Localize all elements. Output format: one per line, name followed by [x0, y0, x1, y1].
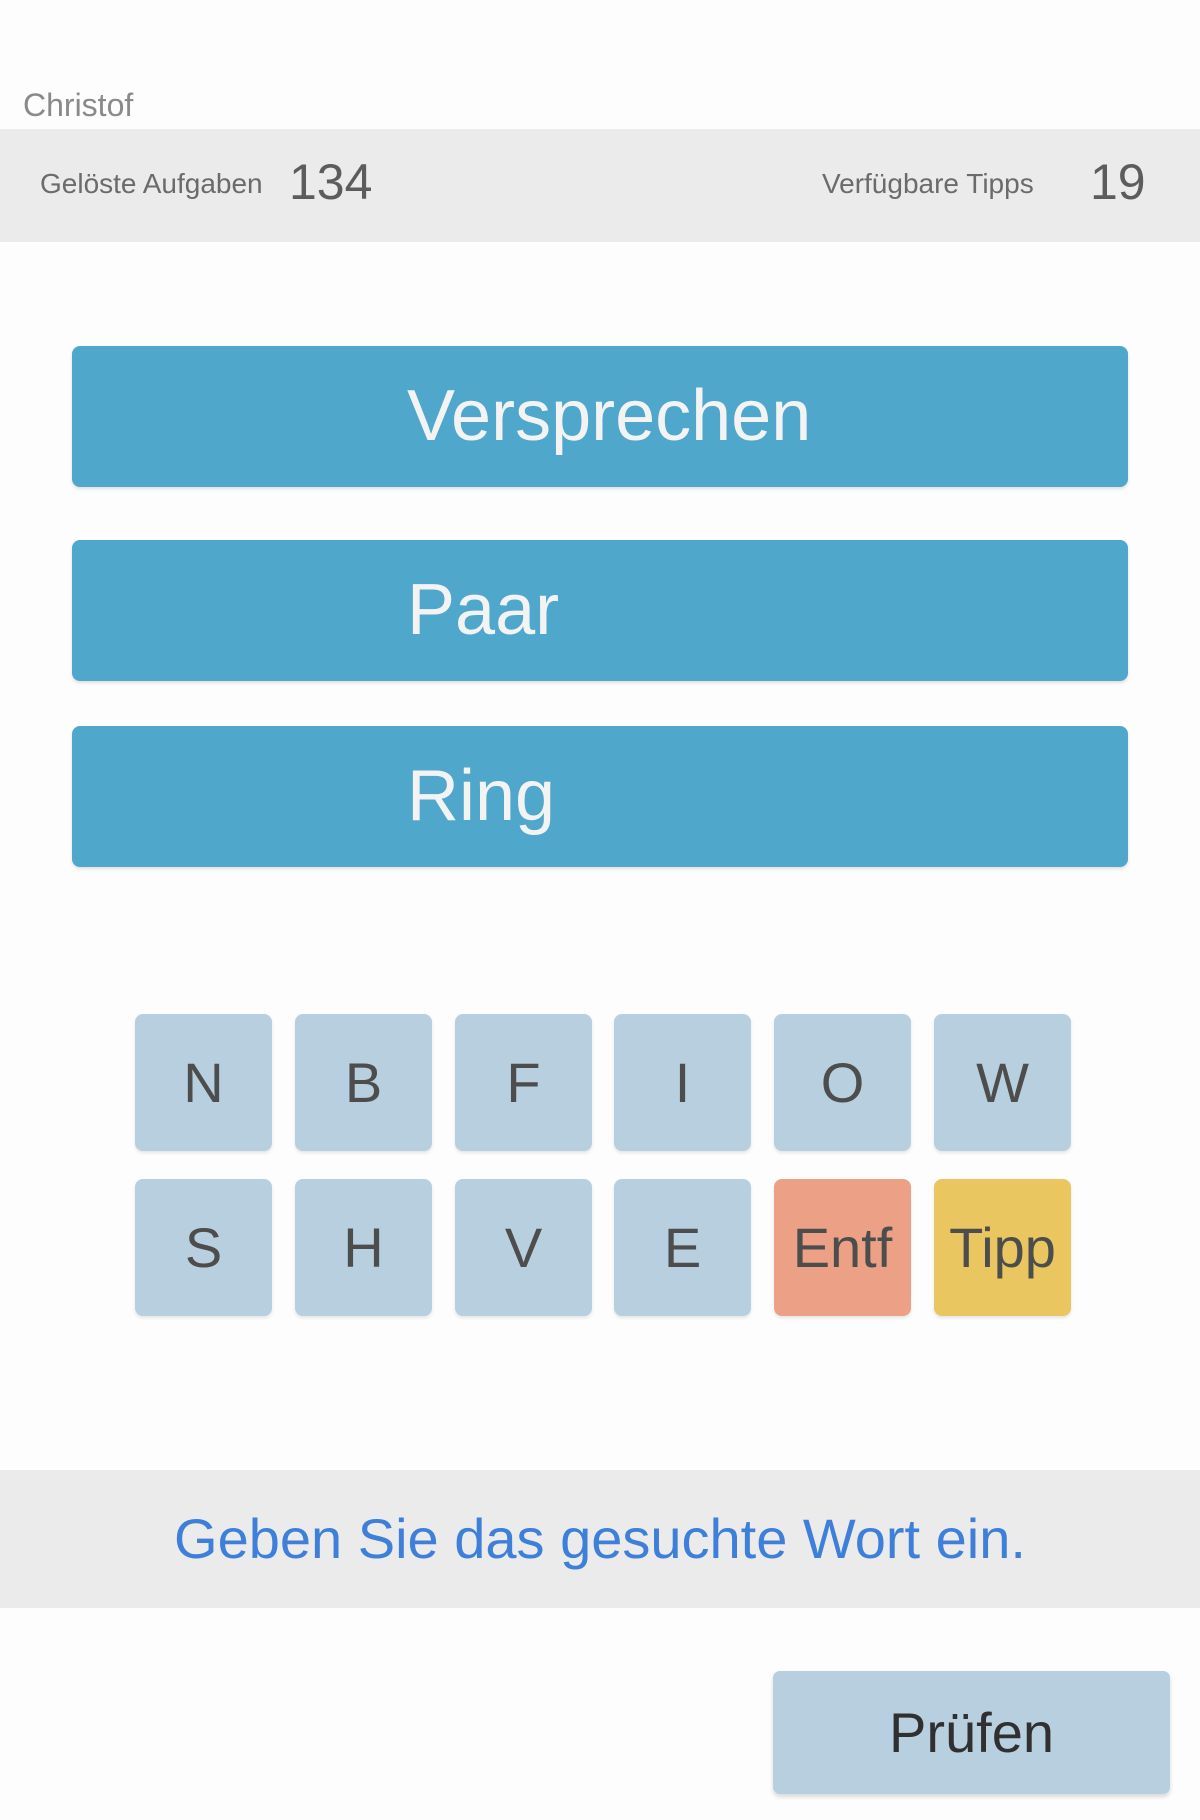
letter-key-s[interactable]: S — [135, 1179, 272, 1316]
instruction-bar: Geben Sie das gesuchte Wort ein. — [0, 1470, 1200, 1608]
clue-card: Paar — [72, 540, 1128, 681]
solved-tasks-label: Gelöste Aufgaben — [40, 168, 263, 199]
clue-text: Paar — [407, 570, 560, 650]
username: Christof — [23, 87, 134, 123]
clue-text: Ring — [407, 756, 556, 836]
letter-key-n[interactable]: N — [135, 1014, 272, 1151]
check-button[interactable]: Prüfen — [773, 1671, 1170, 1794]
instruction-message: Geben Sie das gesuchte Wort ein. — [174, 1507, 1026, 1570]
stats-bar: Gelöste Aufgaben 134 Verfügbare Tipps 19 — [0, 129, 1200, 242]
letter-key-f[interactable]: F — [455, 1014, 592, 1151]
letter-key-h[interactable]: H — [295, 1179, 432, 1316]
letter-key-w[interactable]: W — [934, 1014, 1071, 1151]
available-tips-label: Verfügbare Tipps — [822, 168, 1034, 199]
clue-card: Ring — [72, 726, 1128, 867]
letter-key-o[interactable]: O — [774, 1014, 911, 1151]
letter-key-b[interactable]: B — [295, 1014, 432, 1151]
letter-key-e[interactable]: E — [614, 1179, 751, 1316]
hint-key[interactable]: Tipp — [934, 1179, 1071, 1316]
clue-card: Versprechen — [72, 346, 1128, 487]
clue-text: Versprechen — [407, 376, 812, 456]
letter-key-i[interactable]: I — [614, 1014, 751, 1151]
available-tips-count: 19 — [1090, 154, 1146, 210]
solved-tasks-count: 134 — [289, 154, 373, 210]
letter-keyboard: N B F I O W S H V E Entf Tipp — [135, 1014, 1071, 1316]
letter-key-v[interactable]: V — [455, 1179, 592, 1316]
delete-key[interactable]: Entf — [774, 1179, 911, 1316]
